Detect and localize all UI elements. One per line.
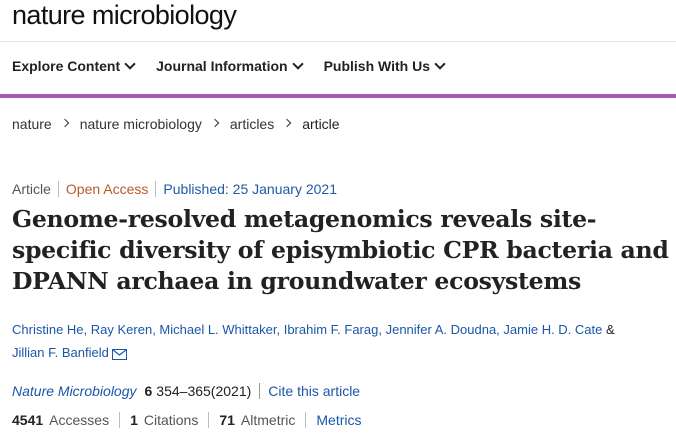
journal-volume: 6 xyxy=(144,383,153,399)
article-metrics: 4541 Accesses 1 Citations 71 Altmetric M… xyxy=(12,412,362,428)
article-meta: Article Open Access Published: 25 Januar… xyxy=(12,181,337,197)
journal-pages: 354–365(2021) xyxy=(156,383,252,399)
nav-label: Journal Information xyxy=(156,58,288,74)
nav-journal-information[interactable]: Journal Information xyxy=(156,58,304,74)
divider xyxy=(119,412,121,428)
header-divider xyxy=(0,41,676,42)
author-link[interactable]: Michael L. Whittaker xyxy=(159,322,276,337)
nav-publish-with-us[interactable]: Publish With Us xyxy=(323,58,446,74)
author-link[interactable]: Ibrahim F. Farag xyxy=(284,322,379,337)
open-access-badge: Open Access xyxy=(65,181,149,197)
journal-name[interactable]: Nature Microbiology xyxy=(12,383,137,399)
author-link[interactable]: Jillian F. Banfield xyxy=(12,345,109,360)
author-link[interactable]: Ray Keren xyxy=(91,322,152,337)
author-ampersand: & xyxy=(606,322,615,337)
divider xyxy=(259,383,261,399)
nav-label: Explore Content xyxy=(12,58,121,74)
mail-icon[interactable] xyxy=(111,349,127,361)
citations-count: 1 xyxy=(130,412,138,428)
accent-bar xyxy=(0,94,676,98)
divider xyxy=(155,181,157,197)
breadcrumb-articles[interactable]: articles xyxy=(230,116,274,132)
published-date: Published: 25 January 2021 xyxy=(163,181,337,197)
author-link[interactable]: Jennifer A. Doudna xyxy=(386,322,497,337)
chevron-down-icon xyxy=(291,58,304,70)
nav-explore-content[interactable]: Explore Content xyxy=(12,58,136,74)
author-link[interactable]: Jamie H. D. Cate xyxy=(503,322,602,337)
breadcrumb: nature nature microbiology articles arti… xyxy=(12,116,340,132)
breadcrumb-article: article xyxy=(302,116,340,132)
altmetric-label: Altmetric xyxy=(240,412,296,428)
author-link[interactable]: Christine He xyxy=(12,322,84,337)
breadcrumb-nature-microbiology[interactable]: nature microbiology xyxy=(80,116,202,132)
citations-label: Citations xyxy=(143,412,199,428)
breadcrumb-nature[interactable]: nature xyxy=(12,116,52,132)
metrics-link[interactable]: Metrics xyxy=(316,412,361,428)
chevron-down-icon xyxy=(434,58,446,70)
article-title: Genome-resolved metagenomics reveals sit… xyxy=(12,205,669,295)
divider xyxy=(305,412,307,428)
chevron-right-icon xyxy=(210,118,220,128)
divider xyxy=(57,181,59,197)
citation-line: Nature Microbiology 6 354–365(2021) Cite… xyxy=(12,383,360,399)
cite-this-article-link[interactable]: Cite this article xyxy=(268,383,360,399)
article-type: Article xyxy=(12,181,51,197)
divider xyxy=(208,412,210,428)
site-logo[interactable]: nature microbiology xyxy=(12,0,237,31)
accesses-label: Accesses xyxy=(49,412,110,428)
accesses-count: 4541 xyxy=(12,412,44,428)
altmetric-score: 71 xyxy=(219,412,235,428)
chevron-down-icon xyxy=(124,58,136,70)
main-nav: Explore Content Journal Information Publ… xyxy=(12,58,466,74)
author-list: Christine He, Ray Keren, Michael L. Whit… xyxy=(12,322,615,361)
chevron-right-icon xyxy=(60,118,69,128)
nav-label: Publish With Us xyxy=(323,58,431,74)
chevron-right-icon xyxy=(282,118,292,128)
